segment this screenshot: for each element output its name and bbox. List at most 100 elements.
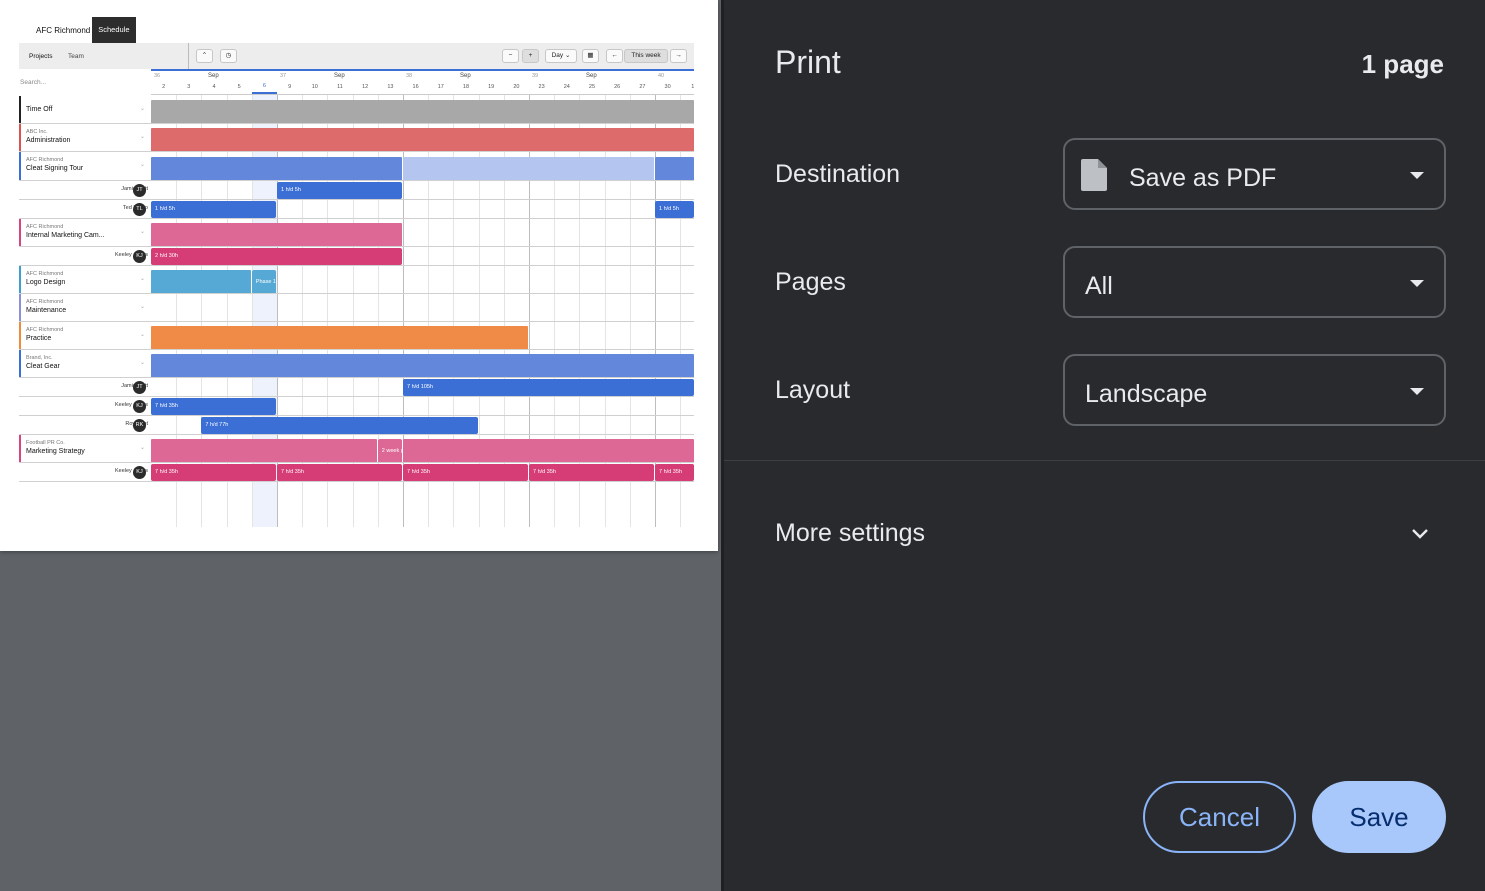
avatar: KJ [133,400,146,413]
day-label: 27 [639,84,646,90]
project-bar [151,326,528,350]
active-tab: Schedule [92,17,136,43]
this-week-button: This week [624,49,668,63]
day-label: 3 [187,84,191,90]
month-label: Sep [586,73,597,79]
project-row: AFC Richmond Cleat Signing Tour ⌄ [19,152,694,181]
project-color-stripe [19,322,21,350]
view-select-label: Day [551,52,564,59]
task-bar: 7 h/d 35h [529,464,654,481]
task-bar: 7 h/d 35h [655,464,694,481]
layout-select[interactable]: Landscape [1063,354,1446,426]
schedule-preview: AFC Richmond Schedule Projects Team ⌃ ◷ … [19,17,694,527]
project-bar [151,223,402,247]
chevron-icon: ⌄ [140,304,146,310]
task-bar: Phase 1 [251,270,276,294]
app-name: AFC Richmond [36,25,91,35]
destination-select[interactable]: Save as PDF [1063,138,1446,210]
task-bar: 7 h/d 35h [151,464,276,481]
client-name: Football PR Co. [26,440,65,446]
person-row: Jamie TarttJT1 h/d 5h [19,181,694,200]
print-preview-area: AFC Richmond Schedule Projects Team ⌃ ◷ … [0,0,721,891]
layout-value: Landscape [1085,380,1208,408]
project-row: AFC Richmond Practice ⌄ [19,322,694,350]
day-header: 2 3 4 5 6 9 10 11 12 13 16 17 18 19 20 23 24 25 26 27 30 1 [151,81,694,95]
row-divider [19,481,694,482]
avatar: JT [133,184,146,197]
project-bar [151,270,251,294]
cancel-button[interactable]: Cancel [1143,781,1296,853]
app-header: AFC Richmond Schedule [19,17,136,43]
project-name: Internal Marketing Cam... [26,232,105,239]
document-icon [1081,159,1107,191]
project-name: Time Off [26,106,53,113]
avatar: KJ [133,250,146,263]
prev-arrow-icon: ← [606,49,623,63]
avatar: JT [133,381,146,394]
chevron-icon: ⌄ [140,445,146,451]
project-row: Time Off ⌄ [19,96,694,124]
project-name: Maintenance [26,307,67,314]
destination-label: Destination [775,160,901,188]
day-label: 12 [362,84,369,90]
project-name: Logo Design [26,279,66,286]
schedule-toolbar: Projects Team ⌃ ◷ − + Day ⌄ ▦ ← This wee… [19,43,694,69]
chevron-icon: ⌄ [140,360,146,366]
project-color-stripe [19,152,21,181]
view-select: Day ⌄ [545,49,577,63]
chevron-icon: ⌄ [140,276,146,282]
task-bar: 2 h/d 30h [151,248,402,265]
avatar: KJ [133,466,146,479]
project-name: Cleat Gear [26,363,60,370]
person-row: Jamie TarttJT7 h/d 105h [19,378,694,397]
project-bar [655,156,694,181]
client-name: AFC Richmond [26,157,64,163]
day-label: 19 [488,84,495,90]
project-name: Marketing Strategy [26,448,85,455]
panel-title: Print [775,44,841,80]
project-row: AFC Richmond Internal Marketing Cam... ⌄ [19,219,694,247]
print-settings-panel: Print 1 page Destination Save as PDF Pag… [721,0,1485,891]
toolbar-divider [188,43,189,69]
destination-value: Save as PDF [1129,164,1277,192]
day-label: 6 [251,83,277,94]
project-bar [151,439,377,463]
day-label: 4 [212,84,216,90]
page-count: 1 page [1361,49,1444,79]
week-header: 36 Sep 37 Sep 38 Sep 39 Sep 40 [151,69,694,81]
project-row: Brand, Inc. Cleat Gear ⌄ [19,350,694,378]
day-label: 5 [237,84,241,90]
week-number: 39 [532,73,539,79]
more-settings-toggle[interactable]: More settings [775,519,925,548]
task-bar: 1 h/d 5h [277,182,402,199]
pages-select[interactable]: All [1063,246,1446,318]
project-color-stripe [19,350,21,378]
client-name: AFC Richmond [26,271,64,277]
calendar-icon: ▦ [582,49,599,63]
preview-page: AFC Richmond Schedule Projects Team ⌃ ◷ … [0,0,718,551]
client-name: AFC Richmond [26,327,64,333]
week-number: 37 [280,73,287,79]
project-color-stripe [19,219,21,247]
week-number: 36 [154,73,161,79]
task-bar: 7 h/d 35h [277,464,402,481]
week-number: 40 [658,73,665,79]
project-name: Administration [26,137,71,144]
chevron-icon: ⌄ [140,229,146,235]
task-bar: 7 h/d 77h [201,417,478,434]
save-button[interactable]: Save [1312,781,1446,853]
person-row: Roy KentRK7 h/d 77h [19,416,694,435]
day-label: 18 [462,84,470,90]
project-row: AFC Richmond Logo Design ⌄ Phase 1 [19,266,694,294]
task-bar: 1 h/d 5h [151,201,276,218]
day-label: 25 [588,84,596,90]
pages-value: All [1085,272,1113,300]
day-label: 24 [563,84,570,90]
project-color-stripe [19,124,21,152]
day-label: 1 [691,84,694,90]
chevron-down-icon[interactable] [1410,524,1430,544]
dropdown-caret-icon [1410,172,1424,179]
day-label: 17 [437,84,444,90]
project-color-stripe [19,435,21,463]
dropdown-caret-icon [1410,280,1424,287]
